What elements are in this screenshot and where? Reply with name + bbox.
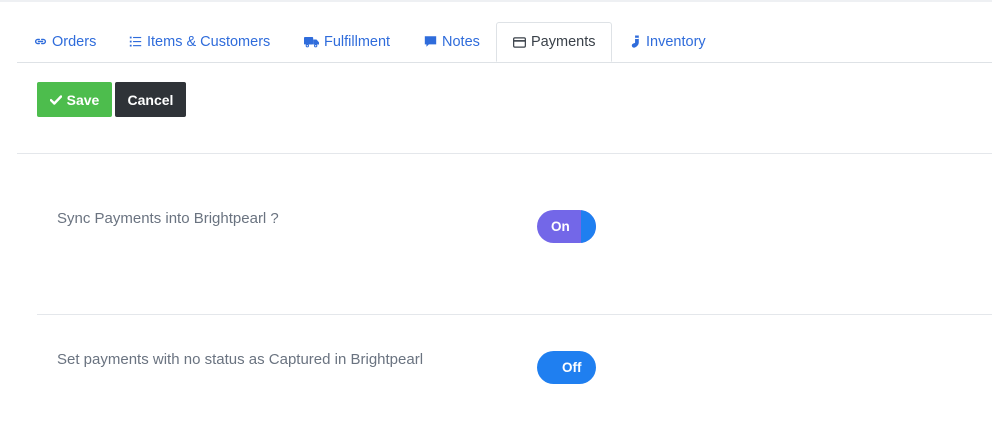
tab-fulfillment[interactable]: Fulfillment [304,22,390,61]
tab-label: Payments [531,34,596,50]
tab-label: Inventory [646,33,706,50]
tab-inventory[interactable]: Inventory [631,22,706,61]
tab-label: Items & Customers [147,33,271,50]
toggle-knob [581,210,596,243]
setting-divider [37,314,992,315]
cancel-button[interactable]: Cancel [115,82,186,117]
setting-label-sync-payments: Sync Payments into Brightpearl ? [57,210,279,227]
sync-payments-toggle[interactable]: On [537,210,596,243]
section-divider [17,153,992,154]
truck-icon [304,36,319,48]
sock-icon [631,35,641,48]
cancel-button-label: Cancel [127,91,174,108]
toggle-text: Off [562,360,582,375]
setting-label-captured-status: Set payments with no status as Captured … [57,351,424,368]
credit-card-icon [513,36,526,48]
tab-items-customers[interactable]: Items & Customers [129,22,270,61]
tab-label: Fulfillment [324,33,391,50]
captured-status-toggle[interactable]: Off [537,351,596,384]
tab-bar: Orders Items & Customers Fulfillment Not… [17,22,992,63]
tab-orders[interactable]: Orders [34,22,96,61]
top-border [0,0,992,2]
tab-label: Notes [442,33,480,50]
save-button[interactable]: Save [37,82,112,117]
comment-icon [424,35,437,48]
tab-payments[interactable]: Payments [496,22,613,62]
list-icon [129,35,142,48]
check-icon [49,94,62,105]
tab-notes[interactable]: Notes [424,22,480,61]
link-icon [34,35,47,48]
tab-label: Orders [52,33,97,50]
save-button-label: Save [66,91,100,108]
toggle-text: On [551,219,570,234]
